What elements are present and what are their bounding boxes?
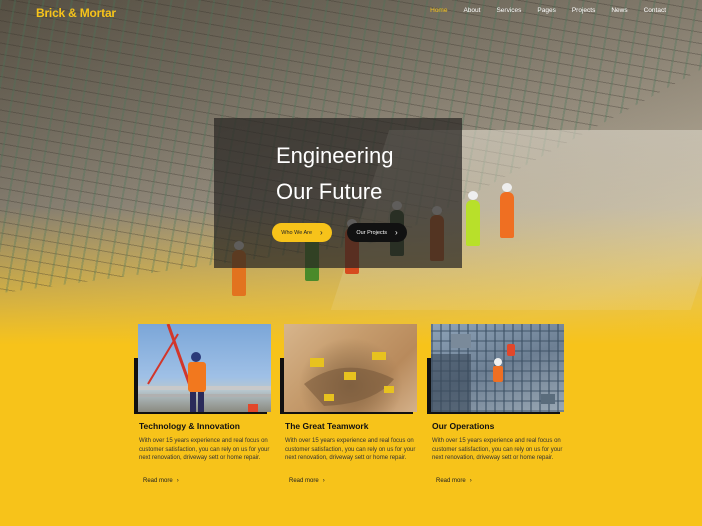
card-image-surveyor <box>138 324 271 412</box>
nav-item-projects[interactable]: Projects <box>572 7 595 14</box>
our-projects-label: Our Projects <box>356 229 387 236</box>
chevron-right-icon: › <box>320 227 323 237</box>
card-title: Our Operations <box>432 421 495 431</box>
card-text: With over 15 years experience and real f… <box>432 438 563 461</box>
nav-item-contact[interactable]: Contact <box>644 7 666 14</box>
chevron-right-icon: › <box>469 478 472 484</box>
nav-item-services[interactable]: Services <box>496 7 521 14</box>
top-navigation: Brick & Mortar Home About Services Pages… <box>0 0 702 24</box>
hero-title-line2: Our Future <box>276 179 383 204</box>
worker-figure <box>500 183 514 238</box>
card-title: Technology & Innovation <box>139 421 240 431</box>
worker-figure <box>466 191 480 246</box>
chevron-right-icon: › <box>322 478 325 484</box>
read-more-link[interactable]: Read more › <box>285 478 325 484</box>
hero-panel: Engineering Our Future Who We Are › Our … <box>214 118 462 268</box>
who-we-are-button[interactable]: Who We Are › <box>272 223 332 242</box>
card-text: With over 15 years experience and real f… <box>139 438 270 461</box>
nav-item-pages[interactable]: Pages <box>537 7 555 14</box>
excavation-illustration <box>304 352 394 406</box>
read-more-label: Read more <box>289 478 319 484</box>
card-text: With over 15 years experience and real f… <box>285 438 416 461</box>
chevron-right-icon: › <box>394 227 398 237</box>
hero-title-line1: Engineering <box>276 143 394 168</box>
nav-item-home[interactable]: Home <box>430 7 447 14</box>
card-title: The Great Teamwork <box>285 421 369 431</box>
our-projects-button[interactable]: Our Projects › <box>347 223 407 242</box>
brand-logo[interactable]: Brick & Mortar <box>36 6 116 20</box>
hero-title: Engineering Our Future <box>276 138 393 210</box>
read-more-label: Read more <box>436 478 466 484</box>
who-we-are-label: Who We Are <box>281 229 313 236</box>
surveyor-illustration <box>138 324 271 412</box>
chevron-right-icon: › <box>176 478 179 484</box>
operations-illustration <box>431 334 555 412</box>
nav-item-news[interactable]: News <box>611 7 627 14</box>
card-image-site-operations <box>431 324 564 412</box>
read-more-link[interactable]: Read more › <box>432 478 472 484</box>
nav-item-about[interactable]: About <box>463 7 480 14</box>
read-more-label: Read more <box>143 478 173 484</box>
card-image-excavation <box>284 324 417 412</box>
read-more-link[interactable]: Read more › <box>139 478 179 484</box>
nav-menu: Home About Services Pages Projects News … <box>414 7 666 14</box>
